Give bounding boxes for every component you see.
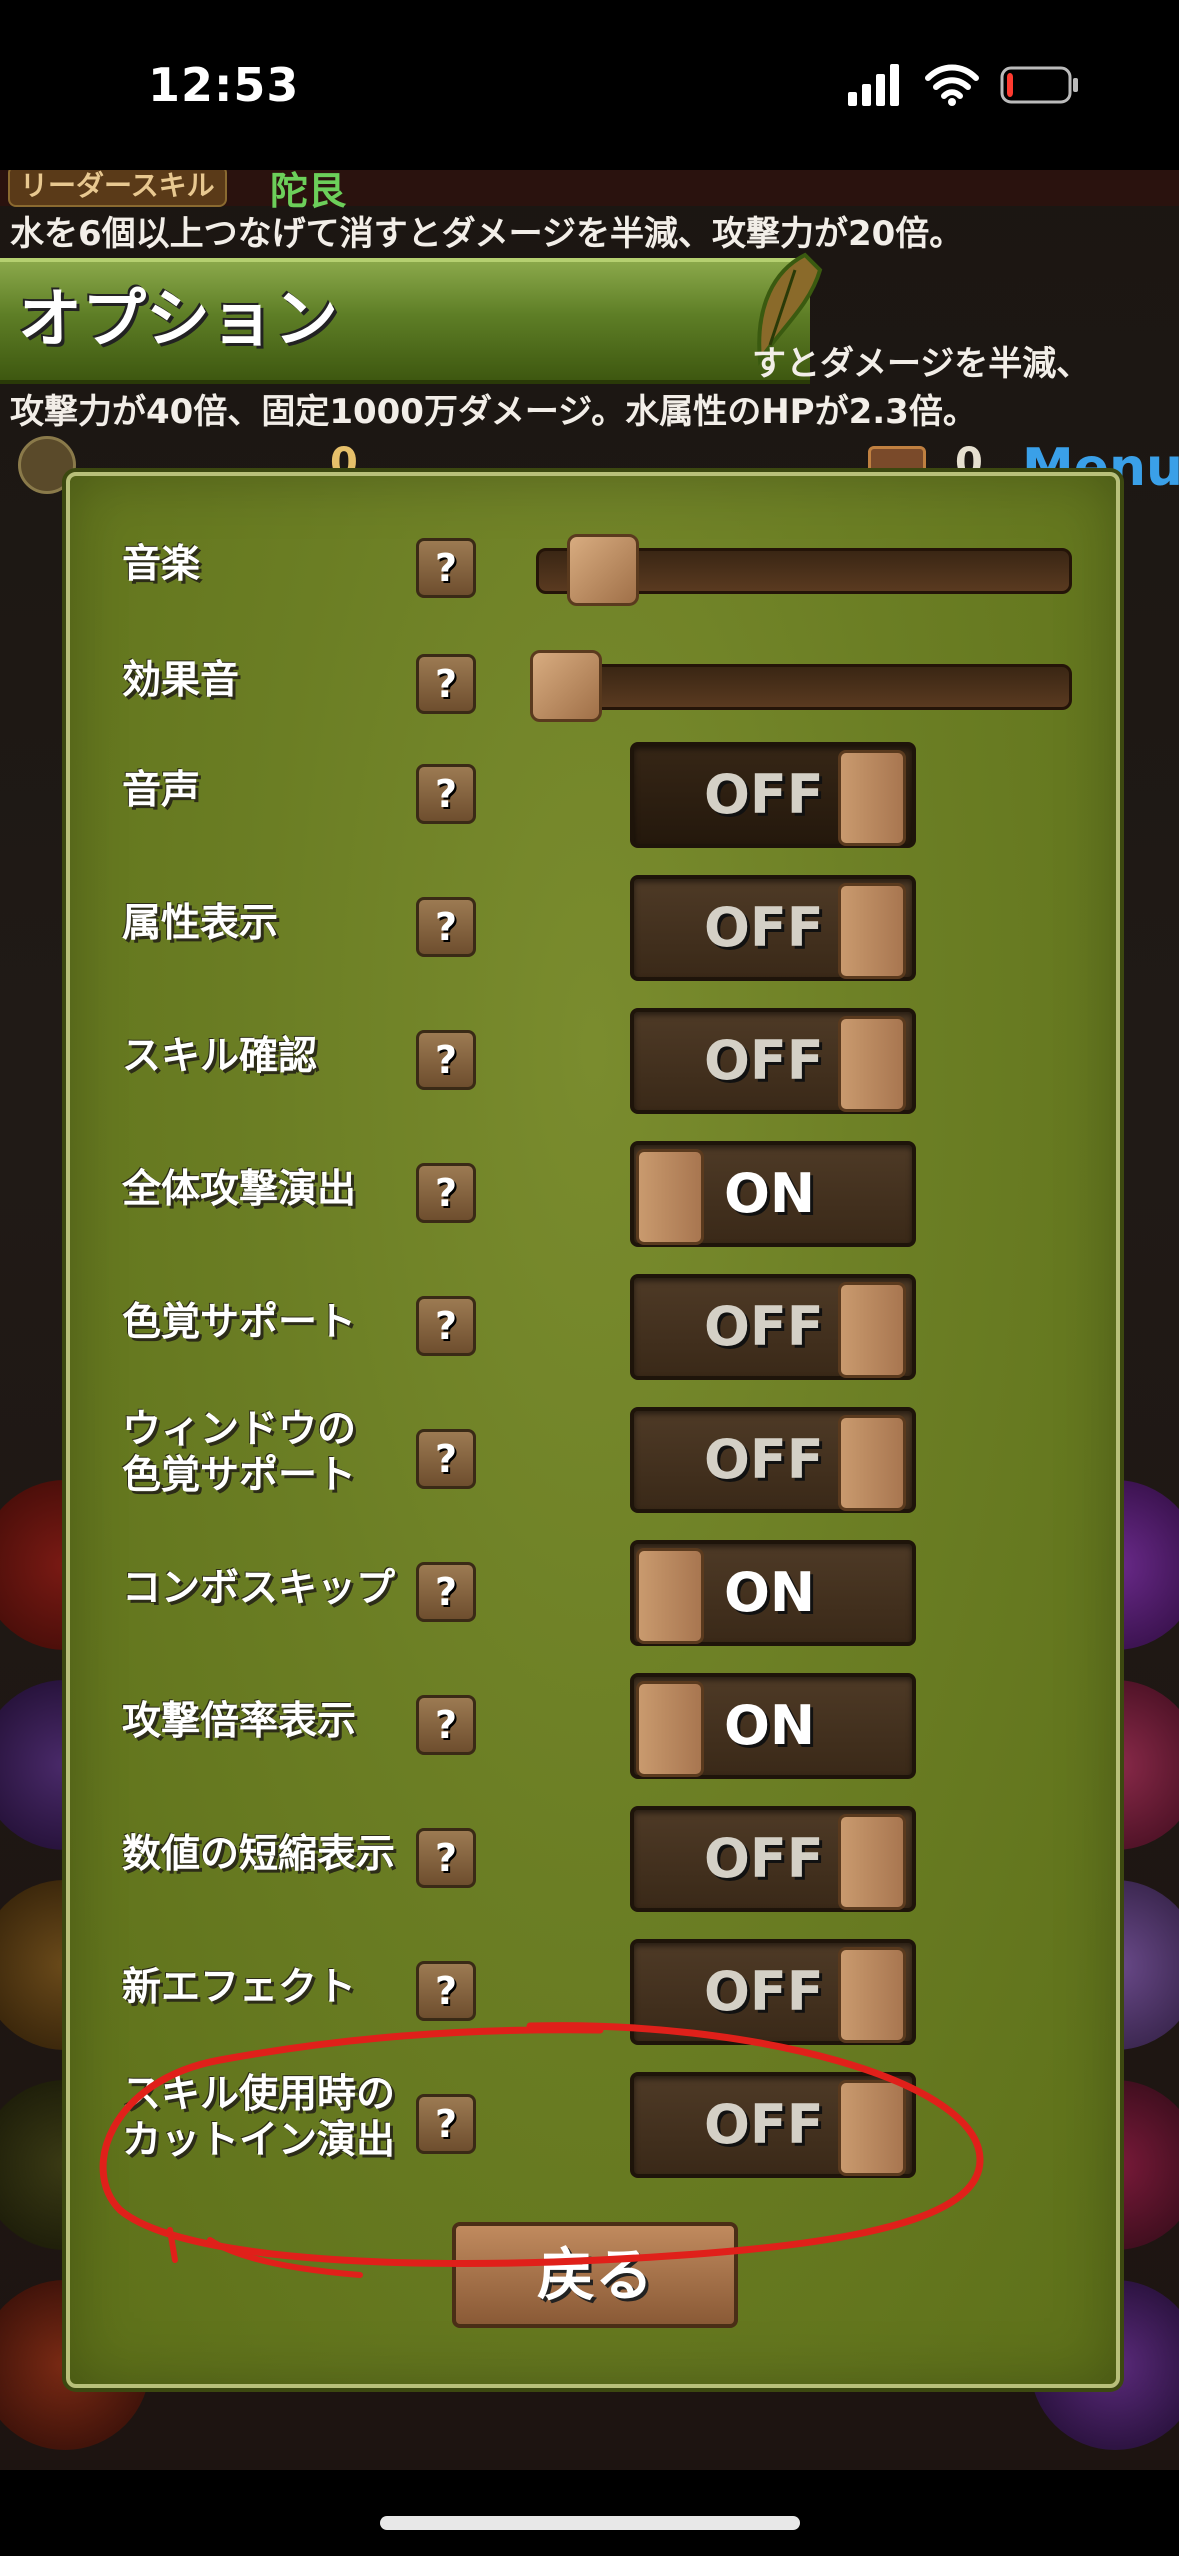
toggle-knob[interactable]	[636, 1149, 704, 1245]
option-label: 新エフェクト	[122, 1965, 357, 2010]
help-button[interactable]: ?	[416, 897, 476, 957]
option-label: ウィンドウの 色覚サポート	[122, 1407, 357, 1498]
option-label: スキル確認	[122, 1034, 318, 1079]
toggle-state-label: ON	[724, 1694, 816, 1757]
toggle-state-label: ON	[724, 1162, 816, 1225]
help-button[interactable]: ?	[416, 764, 476, 824]
option-row: 攻撃倍率表示? ON	[70, 1667, 1116, 1779]
toggle-state-label: OFF	[704, 1295, 824, 1358]
option-toggle[interactable]: OFF	[630, 1008, 916, 1114]
skill-description-line-1: 水を6個以上つなげて消すとダメージを半減、攻撃力が20倍。	[10, 214, 964, 254]
leader-skill-label: リーダースキル	[8, 165, 227, 207]
option-toggle[interactable]: OFF	[630, 875, 916, 981]
option-toggle[interactable]: ON	[630, 1540, 916, 1646]
skill-description-line-2: すとダメージを半減、	[752, 344, 1091, 384]
toggle-knob[interactable]	[636, 1681, 704, 1777]
option-row: コンボスキップ? ON	[70, 1534, 1116, 1646]
option-row: スキル確認? OFF	[70, 1002, 1116, 1114]
help-button[interactable]: ?	[416, 1695, 476, 1755]
toggle-state-label: ON	[724, 1561, 816, 1624]
option-row-music: 音楽 ?	[70, 510, 1116, 620]
toggle-state-label: OFF	[704, 1827, 824, 1890]
options-title: オプション	[18, 283, 338, 357]
option-row: 音声? OFF	[70, 736, 1116, 848]
option-toggle[interactable]: OFF	[630, 1407, 916, 1513]
option-toggle[interactable]: ON	[630, 1673, 916, 1779]
option-label: 全体攻撃演出	[122, 1167, 357, 1212]
music-slider-knob[interactable]	[567, 534, 640, 606]
option-label: 属性表示	[122, 901, 279, 946]
toggle-state-label: OFF	[704, 1428, 824, 1491]
help-button[interactable]: ?	[416, 1296, 476, 1356]
option-label: 音声	[122, 768, 201, 813]
toggle-state-label: OFF	[704, 763, 824, 826]
sound-effects-slider[interactable]	[536, 664, 1072, 710]
wifi-icon	[925, 64, 979, 106]
toggle-knob[interactable]	[636, 1548, 704, 1644]
help-button[interactable]: ?	[416, 1429, 476, 1489]
battery-icon	[1000, 66, 1078, 104]
option-label: コンボスキップ	[122, 1566, 396, 1611]
sound-effects-slider-knob[interactable]	[530, 650, 602, 722]
help-button[interactable]: ?	[416, 1828, 476, 1888]
toggle-state-label: OFF	[704, 1029, 824, 1092]
option-label: 色覚サポート	[122, 1300, 357, 1345]
status-clock: 12:53	[148, 58, 300, 112]
help-button[interactable]: ?	[416, 1163, 476, 1223]
option-label-music: 音楽	[122, 542, 201, 587]
option-row: 色覚サポート? OFF	[70, 1268, 1116, 1380]
option-toggle[interactable]: OFF	[630, 1806, 916, 1912]
bottom-strip	[0, 2470, 1179, 2556]
help-button-music[interactable]: ?	[416, 538, 476, 598]
option-toggle[interactable]: ON	[630, 1141, 916, 1247]
option-label: 数値の短縮表示	[122, 1832, 396, 1877]
home-indicator[interactable]	[380, 2516, 800, 2530]
toggle-knob[interactable]	[838, 1282, 906, 1378]
help-button[interactable]: ?	[416, 1030, 476, 1090]
option-toggle[interactable]: OFF	[630, 742, 916, 848]
option-row: 数値の短縮表示? OFF	[70, 1800, 1116, 1912]
toggle-knob[interactable]	[838, 1016, 906, 1112]
skill-description-line-3: 攻撃力が40倍、固定1000万ダメージ。水属性のHPが2.3倍。	[10, 392, 977, 432]
toggle-state-label: OFF	[704, 896, 824, 959]
option-toggle[interactable]: OFF	[630, 1274, 916, 1380]
toggle-knob[interactable]	[838, 1814, 906, 1910]
option-row: 全体攻撃演出? ON	[70, 1135, 1116, 1247]
option-label-sound-effects: 効果音	[122, 658, 240, 703]
option-row: 属性表示? OFF	[70, 869, 1116, 981]
help-button-sound-effects[interactable]: ?	[416, 654, 476, 714]
red-annotation-circle	[99, 2022, 984, 2278]
help-button[interactable]: ?	[416, 1562, 476, 1622]
help-button[interactable]: ?	[416, 1961, 476, 2021]
toggle-knob[interactable]	[838, 883, 906, 979]
option-row: ウィンドウの 色覚サポート? OFF	[70, 1401, 1116, 1513]
option-row-sound-effects: 効果音 ?	[70, 626, 1116, 736]
toggle-knob[interactable]	[838, 750, 906, 846]
option-label: 攻撃倍率表示	[122, 1699, 357, 1744]
cellular-signal-icon	[848, 64, 899, 106]
toggle-knob[interactable]	[838, 1415, 906, 1511]
